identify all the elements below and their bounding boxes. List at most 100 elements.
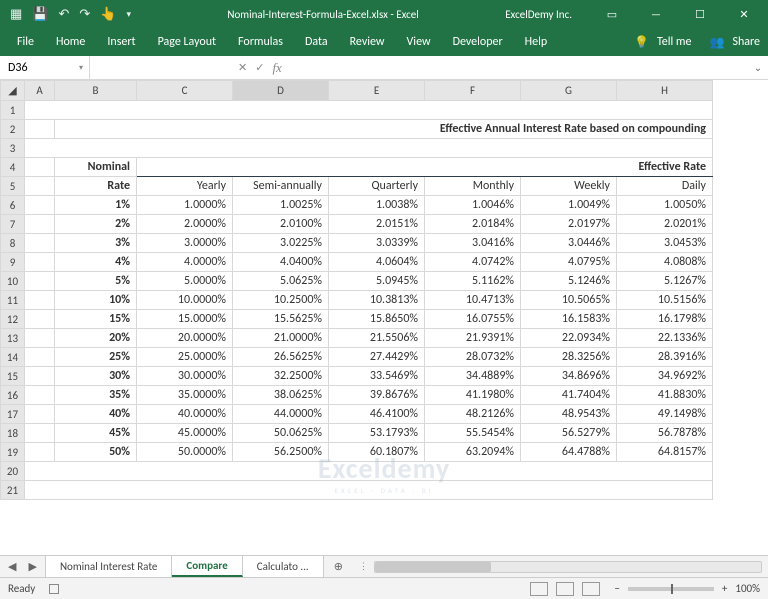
cell-value[interactable]: 27.4429% [329, 348, 425, 367]
cell-nominal[interactable]: 3% [55, 234, 137, 253]
cell-value[interactable]: 3.0000% [137, 234, 233, 253]
cell-value[interactable]: 44.0000% [233, 405, 329, 424]
maximize-button[interactable]: ☐ [680, 0, 720, 28]
cell-value[interactable]: 41.1980% [425, 386, 521, 405]
cell-value[interactable]: 28.3256% [521, 348, 617, 367]
cell-value[interactable]: 15.5625% [233, 310, 329, 329]
cell-value[interactable]: 2.0184% [425, 215, 521, 234]
col-head-H[interactable]: H [617, 81, 713, 101]
row-head[interactable]: 7 [1, 215, 25, 234]
hdr-period[interactable]: Yearly [137, 177, 233, 196]
col-head-F[interactable]: F [425, 81, 521, 101]
cell[interactable] [25, 348, 55, 367]
hdr-effective[interactable]: Effective Rate [137, 158, 713, 177]
cell-value[interactable]: 35.0000% [137, 386, 233, 405]
col-head-G[interactable]: G [521, 81, 617, 101]
hdr-period[interactable]: Semi-annually [233, 177, 329, 196]
cell-nominal[interactable]: 20% [55, 329, 137, 348]
col-head-D[interactable]: D [233, 81, 329, 101]
cell-value[interactable]: 2.0151% [329, 215, 425, 234]
cell-value[interactable]: 39.8676% [329, 386, 425, 405]
cell-value[interactable]: 1.0000% [137, 196, 233, 215]
cell-value[interactable]: 33.5469% [329, 367, 425, 386]
cell-value[interactable]: 21.0000% [233, 329, 329, 348]
cell[interactable] [25, 443, 55, 462]
cell[interactable] [25, 120, 55, 139]
cell-value[interactable]: 56.7878% [617, 424, 713, 443]
cell-value[interactable]: 60.1807% [329, 443, 425, 462]
cell-value[interactable]: 34.9692% [617, 367, 713, 386]
cell-value[interactable]: 32.2500% [233, 367, 329, 386]
cell[interactable] [25, 234, 55, 253]
row-head[interactable]: 4 [1, 158, 25, 177]
name-box[interactable]: D36 [0, 56, 90, 79]
cell-value[interactable]: 3.0453% [617, 234, 713, 253]
cell-value[interactable]: 16.0755% [425, 310, 521, 329]
cell-value[interactable]: 15.8650% [329, 310, 425, 329]
cell-value[interactable]: 21.5506% [329, 329, 425, 348]
cell-nominal[interactable]: 2% [55, 215, 137, 234]
cell-value[interactable]: 53.1793% [329, 424, 425, 443]
cancel-formula-icon[interactable]: ✕ [238, 61, 247, 74]
share-button[interactable]: Share [732, 35, 760, 49]
hdr-nominal-top[interactable]: Nominal [55, 158, 137, 177]
cell-value[interactable]: 55.5454% [425, 424, 521, 443]
row-head[interactable]: 10 [1, 272, 25, 291]
cell-value[interactable]: 1.0046% [425, 196, 521, 215]
cell-value[interactable]: 41.7404% [521, 386, 617, 405]
cell-value[interactable]: 26.5625% [233, 348, 329, 367]
sheet-nav-prev-icon[interactable]: ◀ [8, 560, 16, 573]
sheet-tab-calculator[interactable]: Calculato ... [243, 556, 324, 577]
close-button[interactable]: ✕ [724, 0, 764, 28]
horizontal-scrollbar[interactable] [374, 561, 762, 573]
cell-value[interactable]: 1.0038% [329, 196, 425, 215]
sheet-tab-compare[interactable]: Compare [172, 556, 242, 577]
cell-value[interactable]: 41.8830% [617, 386, 713, 405]
tab-developer[interactable]: Developer [444, 30, 512, 54]
cell-value[interactable]: 4.0604% [329, 253, 425, 272]
row-head[interactable]: 21 [1, 481, 25, 500]
tell-me[interactable]: Tell me [657, 35, 692, 49]
cell-empty[interactable] [25, 101, 713, 120]
cell-value[interactable]: 2.0201% [617, 215, 713, 234]
row-head[interactable]: 1 [1, 101, 25, 120]
cell-value[interactable]: 5.0625% [233, 272, 329, 291]
cell-nominal[interactable]: 35% [55, 386, 137, 405]
cell-value[interactable]: 22.0934% [521, 329, 617, 348]
cell[interactable] [25, 158, 55, 177]
cell-value[interactable]: 2.0100% [233, 215, 329, 234]
cell-value[interactable]: 16.1583% [521, 310, 617, 329]
cell-value[interactable]: 10.5156% [617, 291, 713, 310]
tab-help[interactable]: Help [516, 30, 557, 54]
cell[interactable] [25, 405, 55, 424]
row-head[interactable]: 8 [1, 234, 25, 253]
cell-value[interactable]: 40.0000% [137, 405, 233, 424]
cell[interactable] [25, 215, 55, 234]
worksheet-grid[interactable]: ◢ A B C D E F G H 12Effective Annual Int… [0, 80, 768, 555]
cell-value[interactable]: 10.3813% [329, 291, 425, 310]
cell-value[interactable]: 34.8696% [521, 367, 617, 386]
cell-value[interactable]: 10.5065% [521, 291, 617, 310]
cell-nominal[interactable]: 50% [55, 443, 137, 462]
hdr-period[interactable]: Monthly [425, 177, 521, 196]
cell-value[interactable]: 16.1798% [617, 310, 713, 329]
sheet-nav-next-icon[interactable]: ▶ [28, 560, 36, 573]
row-head[interactable]: 18 [1, 424, 25, 443]
cell-value[interactable]: 5.1246% [521, 272, 617, 291]
normal-view-icon[interactable] [530, 582, 548, 596]
undo-icon[interactable]: ↶ [58, 7, 69, 22]
account-name[interactable]: ExcelDemy Inc. [505, 8, 572, 21]
redo-icon[interactable]: ↷ [79, 7, 90, 22]
cell-empty[interactable] [25, 481, 713, 500]
page-layout-view-icon[interactable] [556, 582, 574, 596]
cell-value[interactable]: 48.2126% [425, 405, 521, 424]
col-head-E[interactable]: E [329, 81, 425, 101]
row-head[interactable]: 12 [1, 310, 25, 329]
cell-value[interactable]: 5.1162% [425, 272, 521, 291]
cell-value[interactable]: 10.0000% [137, 291, 233, 310]
cell[interactable] [25, 367, 55, 386]
cell-empty[interactable] [25, 139, 713, 158]
hdr-period[interactable]: Quarterly [329, 177, 425, 196]
cell-value[interactable]: 48.9543% [521, 405, 617, 424]
macro-record-icon[interactable] [49, 584, 59, 594]
